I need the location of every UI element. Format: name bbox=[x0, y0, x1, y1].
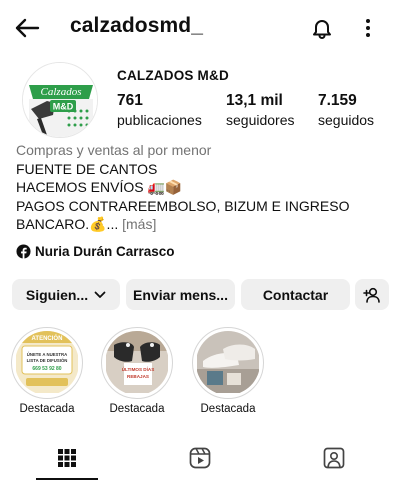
message-button-label: Enviar mens... bbox=[133, 286, 228, 303]
contact-button[interactable]: Contactar bbox=[241, 279, 350, 310]
stat-following[interactable]: 7.159 seguidos bbox=[318, 92, 374, 128]
stat-following-value: 7.159 bbox=[318, 92, 357, 109]
back-arrow-icon bbox=[15, 18, 40, 38]
facebook-icon bbox=[16, 243, 31, 259]
linked-account-name: Nuria Durán Carrasco bbox=[35, 243, 175, 259]
tab-posts[interactable] bbox=[0, 438, 133, 478]
avatar-brand-initials: M&D bbox=[53, 102, 74, 112]
following-button-label: Siguien... bbox=[25, 286, 89, 303]
tab-reels[interactable] bbox=[133, 438, 266, 478]
stat-posts-label: publicaciones bbox=[117, 112, 202, 128]
highlight-label: Destacada bbox=[19, 403, 75, 415]
highlight-text: ATENCIÓN bbox=[32, 334, 63, 342]
highlight-thumbnail bbox=[196, 331, 260, 395]
highlight-text: ÚLTIMOS DÍAS bbox=[122, 365, 155, 372]
stat-following-label: seguidos bbox=[318, 112, 375, 128]
bio-line: BANCARO.💰... bbox=[16, 216, 119, 232]
profile-display-name: CALZADOS M&D bbox=[117, 68, 229, 83]
highlight-text: LISTA DE DIFUSIÓN bbox=[27, 358, 68, 363]
stat-posts[interactable]: 761 publicaciones bbox=[117, 92, 202, 128]
highlight-text: REBAJAS bbox=[127, 374, 149, 379]
stat-followers[interactable]: 13,1 mil seguidores bbox=[226, 92, 295, 128]
highlight-label: Destacada bbox=[200, 403, 256, 415]
suggested-users-button[interactable] bbox=[355, 279, 389, 310]
profile-avatar[interactable]: Calzados M&D bbox=[22, 62, 98, 138]
highlight-text: ÚNETE A NUESTRA bbox=[27, 352, 68, 357]
bio-line: HACEMOS ENVÍOS 🚛📦 bbox=[16, 179, 183, 195]
bio-more-link[interactable]: [más] bbox=[122, 216, 156, 232]
highlight-label: Destacada bbox=[109, 403, 165, 415]
story-highlight[interactable]: ÚLTIMOS DÍAS REBAJAS Destacada bbox=[101, 327, 173, 415]
avatar-brand-text: Calzados bbox=[41, 86, 82, 98]
story-highlight[interactable]: ATENCIÓN ÚNETE A NUESTRA LISTA DE DIFUSI… bbox=[11, 327, 83, 415]
following-button[interactable]: Siguien... bbox=[12, 279, 120, 310]
back-button[interactable] bbox=[12, 14, 42, 42]
tagged-user-icon bbox=[323, 447, 344, 469]
bio-line: FUENTE DE CANTOS bbox=[16, 160, 158, 177]
profile-username: calzadosmd_ bbox=[70, 14, 203, 37]
tab-tagged[interactable] bbox=[267, 438, 400, 478]
bio-category: Compras y ventas al por menor bbox=[16, 142, 212, 158]
top-bar: calzadosmd_ bbox=[0, 0, 400, 56]
profile-actions: Siguien... Enviar mens... Contactar bbox=[12, 279, 389, 310]
brand-logo-image: Calzados M&D bbox=[23, 63, 97, 137]
contact-button-label: Contactar bbox=[262, 286, 329, 303]
notification-bell-icon bbox=[313, 20, 331, 39]
highlight-thumbnail: ATENCIÓN ÚNETE A NUESTRA LISTA DE DIFUSI… bbox=[15, 331, 79, 395]
more-options-button[interactable] bbox=[356, 14, 380, 42]
message-button[interactable]: Enviar mens... bbox=[126, 279, 235, 310]
active-tab-indicator bbox=[36, 478, 98, 480]
profile-bio: Compras y ventas al por menor FUENTE DE … bbox=[16, 141, 388, 234]
more-vertical-icon bbox=[366, 19, 370, 37]
profile-content-tabs bbox=[0, 438, 400, 483]
stat-followers-label: seguidores bbox=[226, 112, 295, 128]
bio-line: PAGOS CONTRAREEMBOLSO, BIZUM E INGRESO bbox=[16, 197, 350, 214]
story-highlight[interactable]: Destacada bbox=[192, 327, 264, 415]
chevron-down-icon bbox=[94, 291, 106, 298]
notifications-button[interactable] bbox=[308, 14, 336, 42]
highlight-text: 669 53 92 80 bbox=[32, 366, 61, 372]
reels-icon bbox=[189, 447, 210, 469]
stat-followers-value: 13,1 mil bbox=[226, 92, 283, 109]
highlight-thumbnail: ÚLTIMOS DÍAS REBAJAS bbox=[105, 331, 169, 395]
add-user-icon bbox=[363, 287, 380, 303]
stat-posts-value: 761 bbox=[117, 92, 143, 109]
grid-icon bbox=[57, 449, 76, 467]
linked-facebook-account[interactable]: Nuria Durán Carrasco bbox=[16, 242, 175, 260]
bio-line-last: BANCARO.💰... [más] bbox=[16, 215, 388, 234]
